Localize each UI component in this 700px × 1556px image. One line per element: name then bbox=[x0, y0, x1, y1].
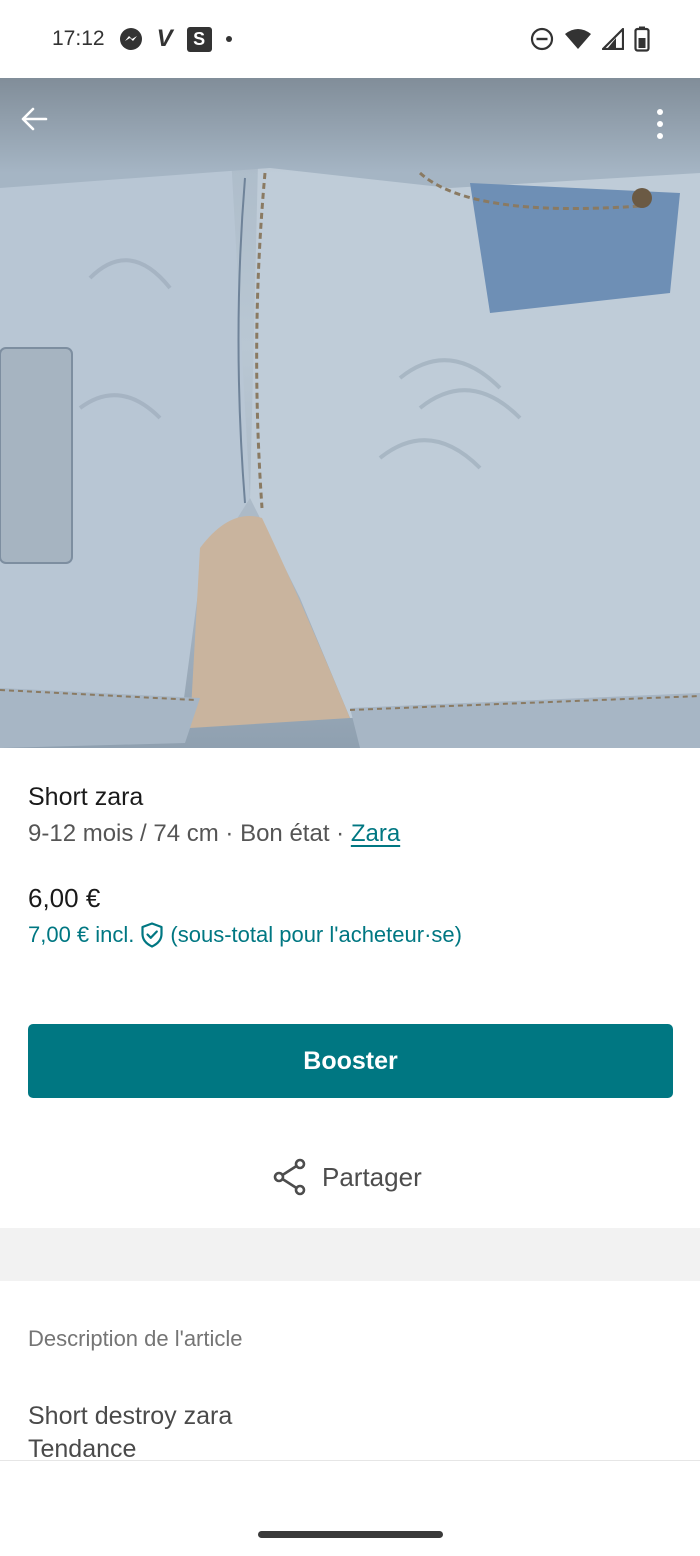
section-divider bbox=[0, 1228, 700, 1281]
item-photo[interactable] bbox=[0, 78, 700, 748]
photo-top-shade bbox=[0, 78, 700, 173]
bottom-bar bbox=[0, 1460, 700, 1556]
buyer-price-amount: 7,00 € incl. bbox=[28, 922, 135, 947]
meta-separator: · bbox=[336, 820, 345, 847]
home-indicator[interactable] bbox=[258, 1531, 443, 1538]
item-title: Short zara bbox=[28, 783, 144, 811]
battery-icon bbox=[634, 26, 650, 52]
dot bbox=[657, 109, 663, 115]
brand-link[interactable]: Zara bbox=[351, 820, 400, 847]
status-right bbox=[530, 26, 650, 52]
messenger-icon bbox=[119, 27, 143, 51]
status-left: 17:12 V S bbox=[52, 25, 232, 53]
shield-check-icon bbox=[141, 922, 164, 948]
share-label: Partager bbox=[322, 1161, 422, 1192]
dot bbox=[657, 133, 663, 139]
item-meta: 9-12 mois / 74 cm · Bon état · Zara bbox=[28, 820, 400, 848]
dnd-icon bbox=[530, 27, 554, 51]
description-line: Short destroy zara bbox=[28, 1402, 233, 1430]
booster-button[interactable]: Booster bbox=[28, 1024, 673, 1098]
share-button[interactable]: Partager bbox=[272, 1155, 422, 1199]
status-time: 17:12 bbox=[52, 27, 105, 50]
item-condition: Bon état bbox=[240, 820, 330, 847]
s-app-icon: S bbox=[186, 26, 212, 52]
share-icon bbox=[273, 1158, 306, 1196]
meta-separator: · bbox=[225, 820, 234, 847]
v-app-icon: V bbox=[156, 25, 173, 52]
more-options-button[interactable] bbox=[640, 100, 680, 148]
wifi-icon bbox=[564, 27, 592, 51]
item-size: 9-12 mois / 74 cm bbox=[28, 820, 219, 847]
back-button[interactable] bbox=[18, 103, 62, 147]
dot bbox=[657, 121, 663, 127]
shorts-illustration bbox=[0, 78, 700, 748]
signal-icon bbox=[602, 28, 624, 50]
buyer-price[interactable]: 7,00 € incl. (sous-total pour l'acheteur… bbox=[28, 922, 462, 948]
dot-icon bbox=[225, 36, 232, 42]
arrow-left-icon bbox=[21, 107, 48, 131]
item-screen: 17:12 V S Short zara 9-12 mois / 74 cm ·… bbox=[0, 0, 700, 1556]
status-bar: 17:12 V S bbox=[0, 0, 700, 78]
description-heading: Description de l'article bbox=[28, 1326, 243, 1351]
buyer-price-note: (sous-total pour l'acheteur·se) bbox=[170, 922, 462, 947]
item-price: 6,00 € bbox=[28, 883, 101, 913]
